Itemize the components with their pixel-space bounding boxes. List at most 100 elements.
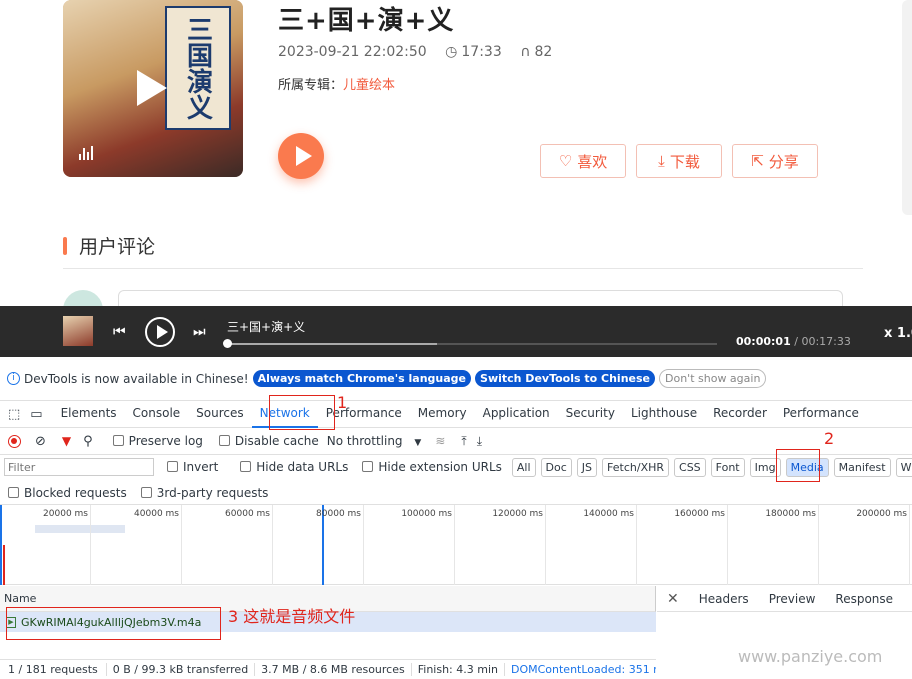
track-datetime: 2023-09-21 22:02:50 — [278, 44, 427, 60]
devtools-panel: i DevTools is now available in Chinese! … — [0, 357, 912, 679]
player-play-button[interactable] — [145, 317, 175, 347]
cover-title: 三国演义 — [182, 16, 213, 120]
timeline-gridline — [909, 505, 910, 585]
wifi-icon[interactable]: ≋ — [435, 434, 445, 448]
preserve-log-checkbox[interactable]: Preserve log — [112, 434, 203, 448]
tab-recorder-9[interactable]: Recorder — [705, 401, 775, 428]
heart-icon: ♡ — [558, 152, 573, 170]
timeline-tick-label: 20000 ms — [43, 509, 88, 519]
tab-elements[interactable]: Elements — [53, 401, 125, 428]
timeline-tick-label: 120000 ms — [492, 509, 543, 519]
detail-tab-preview[interactable]: Preview — [769, 592, 816, 606]
time-separator: / — [794, 335, 798, 348]
hide-ext-checkbox[interactable]: Hide extension URLs — [362, 460, 502, 474]
comments-heading-text: 用户评论 — [79, 236, 156, 258]
status-finish: Finish: 4.3 min — [412, 663, 505, 676]
share-button[interactable]: ⇱ 分享 — [732, 144, 818, 178]
timeline-gridline — [545, 505, 546, 585]
status-bar: 1 / 181 requests 0 B / 99.3 kB transferr… — [0, 659, 656, 679]
timeline-tick-label: 40000 ms — [134, 509, 179, 519]
notice-text: DevTools is now available in Chinese! — [24, 371, 249, 386]
filter-input[interactable] — [4, 458, 154, 476]
upload-icon[interactable]: ⤒ — [461, 434, 466, 449]
device-toolbar-icon[interactable]: ▭ — [30, 407, 42, 422]
tab-security[interactable]: Security — [558, 401, 623, 428]
player-thumbnail — [63, 316, 93, 346]
status-resources: 3.7 MB / 8.6 MB resources — [255, 663, 412, 676]
timeline-gridline — [454, 505, 455, 585]
match-language-button[interactable]: Always match Chrome's language — [252, 370, 472, 387]
name-header-label: Name — [4, 592, 37, 605]
download-button[interactable]: ⤓ 下载 — [636, 144, 722, 178]
speed-button[interactable]: x 1.0 — [884, 326, 912, 341]
status-requests: 1 / 181 requests — [0, 663, 107, 676]
type-filter-fetchxhr[interactable]: Fetch/XHR — [602, 457, 670, 477]
dismiss-button[interactable]: Don't show again — [659, 369, 767, 388]
blocked-row: Blocked requests 3rd-party requests — [0, 481, 912, 505]
type-filter-ws[interactable]: WS — [895, 457, 912, 477]
inspect-icon[interactable]: ⬚ — [8, 407, 20, 422]
hide-data-label: Hide data URLs — [256, 460, 349, 474]
play-icon — [157, 325, 168, 339]
invert-label: Invert — [183, 460, 219, 474]
track-title: 三+国+演+义 — [278, 6, 455, 36]
player-time: 00:00:01 / 00:17:33 — [736, 335, 851, 348]
blocked-checkbox[interactable]: Blocked requests — [8, 486, 127, 500]
download-har-icon[interactable]: ⤓ — [477, 434, 482, 449]
tab-console[interactable]: Console — [125, 401, 189, 428]
detail-tab-headers[interactable]: Headers — [699, 592, 749, 606]
record-icon[interactable] — [8, 434, 21, 448]
track-meta: 2023-09-21 22:02:50 ◷ 17:33 ∩ 82 — [278, 44, 566, 60]
timeline-gridline — [727, 505, 728, 585]
like-button[interactable]: ♡ 喜欢 — [540, 144, 626, 178]
tab-performance-10[interactable]: Performance — [775, 401, 867, 428]
info-icon: i — [7, 372, 20, 385]
devtools-tabs: ⬚ ▭ Elements Console Sources Network Perform… — [0, 401, 912, 428]
play-button[interactable] — [278, 133, 324, 179]
next-icon[interactable]: ⏭ — [193, 324, 206, 340]
timeline-tick-label: 140000 ms — [583, 509, 634, 519]
previous-icon[interactable]: ⏮ — [113, 324, 126, 340]
tab-application[interactable]: Application — [475, 401, 558, 428]
hide-data-checkbox[interactable]: Hide data URLs — [240, 460, 348, 474]
network-timeline[interactable]: 20000 ms 40000 ms 60000 ms 80000 ms 100000 m… — [0, 505, 912, 585]
type-filter-css[interactable]: CSS — [674, 457, 706, 477]
type-filter-all[interactable]: All — [511, 457, 536, 477]
type-filter-js[interactable]: JS — [576, 457, 598, 477]
progress-track[interactable] — [223, 339, 717, 348]
like-label: 喜欢 — [577, 152, 608, 171]
tab-memory[interactable]: Memory — [410, 401, 475, 428]
close-icon[interactable]: ✕ — [667, 591, 679, 607]
track-listens: 82 — [534, 44, 553, 60]
type-filter-manifest[interactable]: Manifest — [833, 457, 891, 477]
headphones-icon: ∩ — [520, 44, 531, 60]
current-time: 00:00:01 — [736, 335, 791, 348]
album-link[interactable]: 儿童绘本 — [343, 78, 395, 93]
progress-knob[interactable] — [223, 339, 232, 348]
album-cover[interactable]: 三国演义 — [63, 0, 243, 177]
play-overlay-icon[interactable] — [137, 70, 167, 106]
detail-tab-response[interactable]: Response — [835, 592, 893, 606]
third-party-checkbox[interactable]: 3rd-party requests — [140, 486, 268, 500]
buffered-bar — [227, 343, 437, 345]
search-icon[interactable]: ⚲ — [83, 434, 93, 449]
switch-chinese-button[interactable]: Switch DevTools to Chinese — [475, 370, 655, 387]
tab-sources[interactable]: Sources — [188, 401, 251, 428]
timeline-gridline — [181, 505, 182, 585]
timeline-gridline — [636, 505, 637, 585]
tab-lighthouse[interactable]: Lighthouse — [623, 401, 705, 428]
timeline-tick-label: 180000 ms — [765, 509, 816, 519]
invert-checkbox[interactable]: Invert — [167, 460, 218, 474]
type-filter-font[interactable]: Font — [710, 457, 745, 477]
comments-heading: 用户评论 — [63, 232, 155, 259]
disable-cache-checkbox[interactable]: Disable cache — [218, 434, 319, 448]
clear-icon[interactable]: ⊘ — [35, 434, 46, 449]
timeline-tick-label: 100000 ms — [401, 509, 452, 519]
timeline-tick-label: 160000 ms — [674, 509, 725, 519]
blocked-label: Blocked requests — [24, 485, 127, 500]
type-filter-doc[interactable]: Doc — [540, 457, 572, 477]
throttling-select[interactable]: No throttling ▼ — [327, 434, 422, 448]
annotation-3: 3 这就是音频文件 — [228, 607, 356, 626]
filter-icon[interactable]: ▼ — [62, 434, 71, 448]
annotation-box-3 — [6, 607, 221, 640]
